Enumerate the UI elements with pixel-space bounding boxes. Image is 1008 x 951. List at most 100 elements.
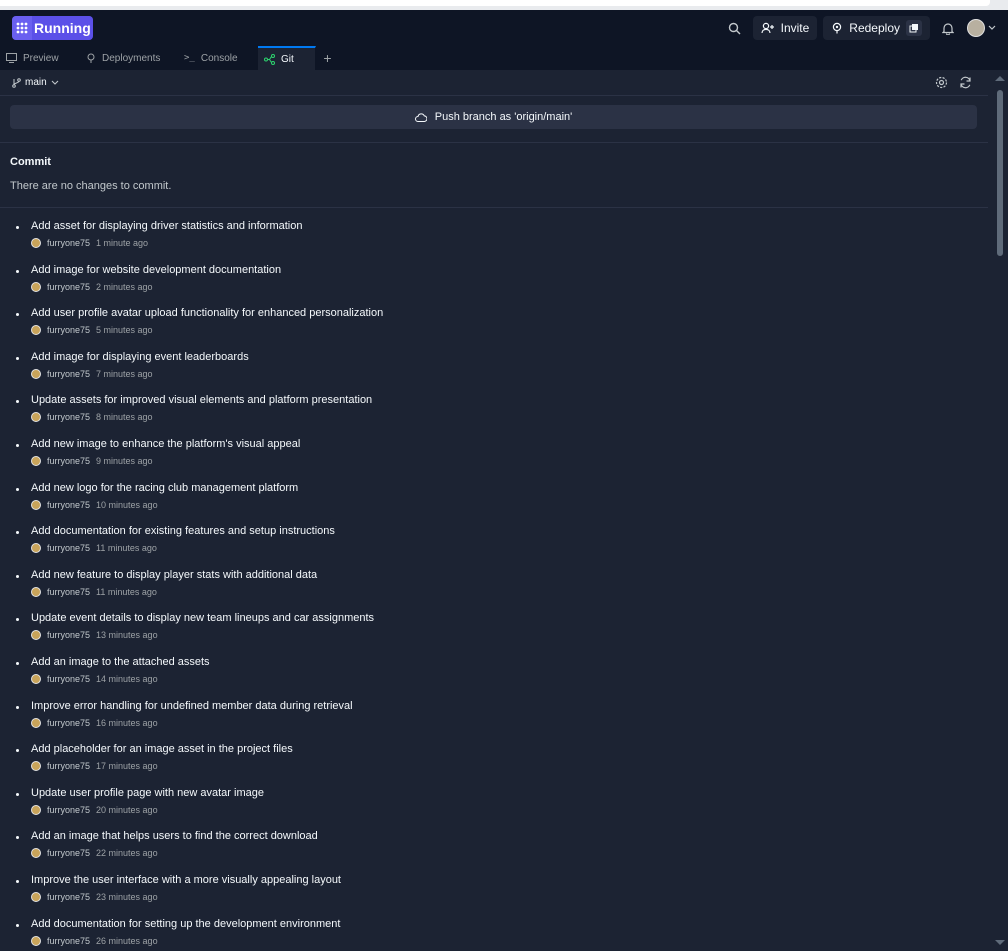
commit-meta: furryone75 23 minutes ago	[31, 891, 158, 902]
add-user-icon	[761, 22, 774, 34]
commit-time: 13 minutes ago	[96, 630, 158, 641]
run-status-label: Running	[32, 16, 93, 40]
commit-entry[interactable]: Improve the user interface with a more v…	[0, 874, 980, 918]
git-panel: main Push branch as 'origin/main' Commit…	[0, 70, 988, 951]
gear-icon[interactable]	[934, 76, 948, 90]
commit-entry[interactable]: Update event details to display new team…	[0, 612, 980, 656]
commit-meta: furryone75 22 minutes ago	[31, 848, 158, 859]
commit-meta: furryone75 10 minutes ago	[31, 499, 158, 510]
commit-message: Add new image to enhance the platform's …	[31, 437, 301, 450]
bullet	[16, 879, 19, 883]
topbar: Running Invite Redeploy	[0, 10, 1008, 46]
commit-meta: furryone75 2 minutes ago	[31, 281, 153, 292]
commit-author: furryone75	[47, 673, 91, 684]
tab-preview[interactable]: Preview	[0, 46, 80, 70]
avatar	[31, 586, 41, 597]
commit-entry[interactable]: Add an image to the attached assets furry…	[0, 656, 980, 700]
commit-message: Add user profile avatar upload functiona…	[31, 307, 384, 320]
chevron-down-icon	[51, 80, 59, 85]
scroll-thumb[interactable]	[997, 90, 1003, 256]
bullet	[16, 923, 19, 927]
commit-time: 16 minutes ago	[96, 717, 158, 728]
commit-meta: furryone75 26 minutes ago	[31, 935, 158, 946]
commit-time: 11 minutes ago	[96, 543, 157, 554]
bullet	[16, 792, 19, 796]
commit-meta: furryone75 9 minutes ago	[31, 455, 153, 466]
commit-time: 23 minutes ago	[96, 891, 158, 902]
bullet	[16, 836, 19, 840]
tab-git[interactable]: Git	[258, 46, 316, 70]
commit-message: Add documentation for existing features …	[31, 525, 335, 538]
commit-time: 20 minutes ago	[96, 804, 158, 815]
scrollbar[interactable]	[988, 70, 1008, 951]
grid-icon	[12, 16, 32, 40]
commit-time: 17 minutes ago	[96, 761, 158, 772]
commit-entry[interactable]: Add new feature to display player stats …	[0, 569, 980, 613]
avatar	[966, 19, 985, 37]
commit-entry[interactable]: Add documentation for existing features …	[0, 525, 980, 569]
copy-icon[interactable]	[906, 20, 922, 36]
tab-label: Git	[281, 53, 294, 65]
scroll-up-icon[interactable]	[995, 76, 1005, 81]
commit-entry[interactable]: Add new image to enhance the platform's …	[0, 438, 980, 482]
commit-meta: furryone75 7 minutes ago	[31, 368, 153, 379]
avatar	[31, 804, 41, 815]
commit-entry[interactable]: Update assets for improved visual elemen…	[0, 394, 980, 438]
scroll-down-icon[interactable]	[995, 940, 1005, 945]
commit-entry[interactable]: Add documentation for setting up the dev…	[0, 918, 980, 951]
avatar	[31, 368, 41, 379]
commit-meta: furryone75 17 minutes ago	[31, 761, 158, 772]
commit-time: 8 minutes ago	[96, 412, 153, 423]
commit-author: furryone75	[47, 586, 91, 597]
commit-message: Add placeholder for an image asset in th…	[31, 743, 293, 756]
tab-deployments[interactable]: Deployments	[80, 46, 178, 70]
commit-entry[interactable]: Add image for website development docume…	[0, 264, 980, 308]
commit-entry[interactable]: Improve error handling for undefined mem…	[0, 700, 980, 744]
workspace-tabs: Preview Deployments >_ Console Git +	[0, 46, 1008, 70]
bullet	[16, 531, 19, 535]
commit-time: 5 minutes ago	[96, 325, 153, 336]
tab-console[interactable]: >_ Console	[178, 46, 258, 70]
commit-history-list: Add asset for displaying driver statisti…	[0, 220, 980, 951]
commit-meta: furryone75 11 minutes ago	[31, 543, 157, 554]
commit-time: 1 minute ago	[96, 238, 149, 248]
divider	[0, 142, 988, 143]
commit-entry[interactable]: Add new logo for the racing club managem…	[0, 482, 980, 526]
avatar	[31, 499, 41, 510]
redeploy-button[interactable]: Redeploy	[823, 16, 930, 40]
commit-author: furryone75	[47, 630, 91, 641]
commit-meta: furryone75 1 minute ago	[31, 238, 148, 248]
commit-author: furryone75	[47, 368, 91, 379]
bullet	[16, 313, 19, 317]
commit-author: furryone75	[47, 543, 91, 554]
browser-address-area	[0, 0, 990, 6]
branch-selector[interactable]: main	[12, 77, 59, 88]
commit-entry[interactable]: Add user profile avatar upload functiona…	[0, 307, 980, 351]
commit-time: 14 minutes ago	[96, 673, 158, 684]
commit-entry[interactable]: Add asset for displaying driver statisti…	[0, 220, 980, 264]
bullet	[16, 749, 19, 753]
avatar	[31, 281, 41, 292]
commit-entry[interactable]: Add an image that helps users to find th…	[0, 830, 980, 874]
commit-message: Update assets for improved visual elemen…	[31, 394, 373, 407]
push-branch-button[interactable]: Push branch as 'origin/main'	[10, 105, 977, 129]
user-avatar-menu[interactable]	[966, 16, 996, 40]
commit-meta: furryone75 20 minutes ago	[31, 804, 158, 815]
search-icon[interactable]	[723, 16, 747, 40]
invite-button[interactable]: Invite	[752, 16, 818, 40]
new-tab-button[interactable]: +	[316, 46, 340, 70]
commit-entry[interactable]: Add image for displaying event leaderboa…	[0, 351, 980, 395]
avatar	[31, 673, 41, 684]
run-status-button[interactable]: Running	[12, 16, 93, 40]
commit-entry[interactable]: Add placeholder for an image asset in th…	[0, 743, 980, 787]
bullet	[16, 661, 19, 665]
commit-author: furryone75	[47, 412, 91, 423]
commit-message: Add documentation for setting up the dev…	[31, 917, 341, 930]
refresh-icon[interactable]	[958, 76, 972, 90]
terminal-icon: >_	[184, 53, 195, 63]
commit-message: Add an image that helps users to find th…	[31, 830, 318, 843]
commit-entry[interactable]: Update user profile page with new avatar…	[0, 787, 980, 831]
commit-message: Add image for displaying event leaderboa…	[31, 350, 249, 363]
bell-icon[interactable]	[936, 16, 960, 40]
commit-meta: furryone75 11 minutes ago	[31, 586, 157, 597]
